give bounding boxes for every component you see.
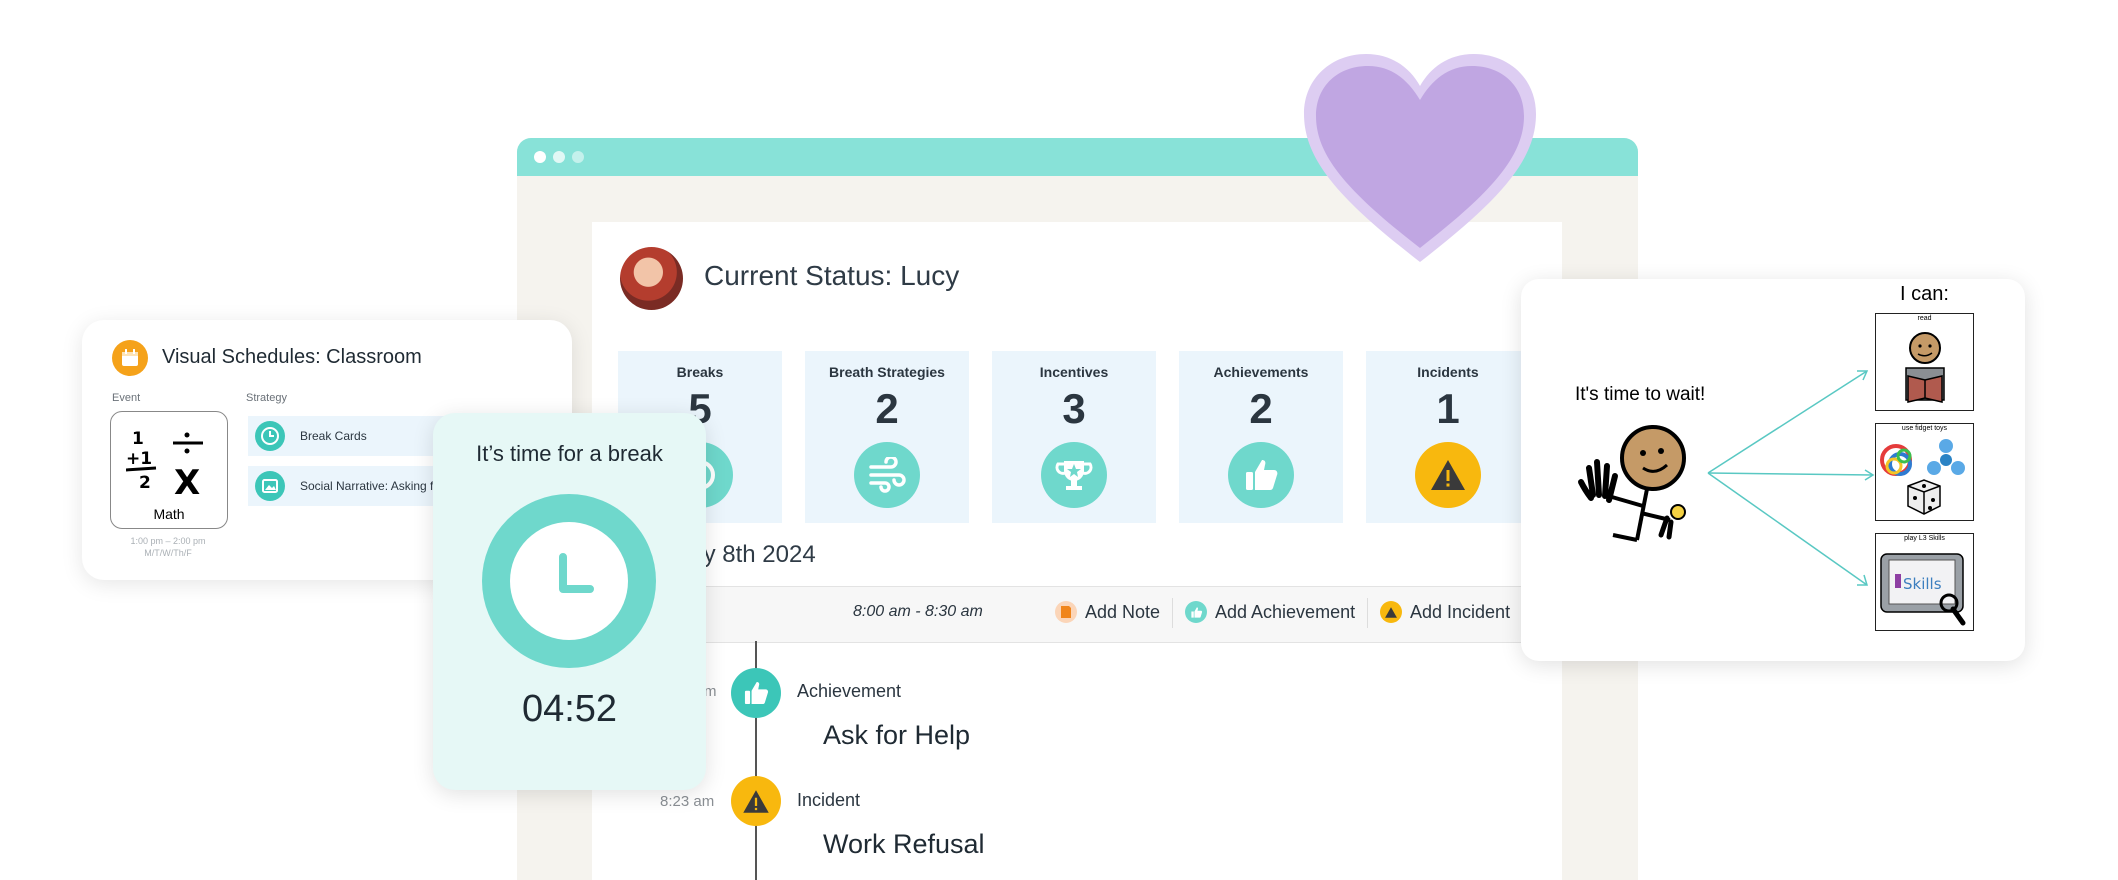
image-icon: [255, 471, 285, 501]
stat-value: 1: [1436, 385, 1460, 432]
add-incident-button[interactable]: Add Incident: [1380, 601, 1510, 623]
thumbs-up-icon: [731, 668, 781, 718]
thumbs-up-icon: [1228, 442, 1294, 508]
strategy-column-label: Strategy: [246, 392, 287, 404]
stat-value: 2: [1249, 385, 1273, 432]
warning-icon: [731, 776, 781, 826]
add-incident-label: Add Incident: [1410, 601, 1511, 622]
time-range: 8:00 am - 8:30 am: [853, 603, 983, 620]
add-note-label: Add Note: [1085, 601, 1161, 622]
page-title: Current Status: Lucy: [704, 260, 960, 291]
ican-title: I can:: [1900, 283, 1949, 305]
timeline-type: Achievement: [797, 681, 902, 701]
student-avatar: [620, 247, 683, 310]
choice-caption: read: [1917, 315, 1932, 322]
stat-label: Incidents: [1417, 364, 1479, 380]
timeline-title[interactable]: Ask for Help: [823, 720, 970, 751]
clock-face: [510, 522, 628, 640]
svg-text:2: 2: [139, 473, 151, 493]
event-column-label: Event: [112, 392, 141, 404]
stat-value: 2: [875, 385, 899, 432]
divider: [1172, 598, 1173, 628]
heart-icon: [1304, 54, 1536, 262]
math-event-card[interactable]: 1 +1 2 X Math: [110, 411, 228, 529]
stat-card-breath-strategies[interactable]: Breath Strategies 2: [805, 351, 969, 523]
choice-caption: use fidget toys: [1901, 425, 1948, 432]
visual-schedule-title: Visual Schedules: Classroom: [162, 346, 422, 368]
window-dot-close[interactable]: [534, 151, 546, 163]
wind-icon: [854, 442, 920, 508]
stat-label: Breaks: [676, 364, 724, 380]
warning-icon: [1380, 601, 1402, 623]
trophy-icon: [1041, 442, 1107, 508]
break-countdown: 04:52: [521, 688, 618, 730]
stat-value: 3: [1062, 385, 1086, 432]
event-days: M/T/W/Th/F: [144, 548, 192, 558]
choice-arrows: [1707, 370, 1875, 586]
note-icon: [1055, 601, 1077, 623]
add-note-button[interactable]: Add Note: [1055, 601, 1160, 623]
stat-label: Breath Strategies: [829, 364, 945, 380]
stat-card-incidents[interactable]: Incidents 1: [1366, 351, 1530, 523]
timeline-time: 8:23 am: [660, 793, 715, 810]
event-name: Math: [153, 506, 185, 522]
svg-text:+1: +1: [126, 449, 152, 469]
reading-person-icon: [1905, 332, 1945, 403]
svg-text:Skills: Skills: [1903, 575, 1942, 593]
stat-card-incentives[interactable]: Incentives 3: [992, 351, 1156, 523]
clock-icon: [255, 421, 285, 451]
add-achievement-label: Add Achievement: [1215, 601, 1356, 622]
stat-label: Achievements: [1213, 364, 1309, 380]
fidget-toys-icon: [1880, 439, 1965, 515]
strategy-label: Social Narrative: Asking for: [300, 479, 445, 493]
choice-card-l3-skills[interactable]: play L3 Skills Skills: [1875, 533, 1974, 631]
warning-icon: [1415, 442, 1481, 508]
choice-card-fidget-toys[interactable]: use fidget toys: [1875, 423, 1974, 521]
svg-text:1: 1: [132, 429, 144, 449]
tablet-app-icon: Skills: [1880, 553, 1966, 626]
stat-card-achievements[interactable]: Achievements 2: [1179, 351, 1343, 523]
window-dot-minimize[interactable]: [553, 151, 565, 163]
timeline-title[interactable]: Work Refusal: [823, 829, 985, 860]
stat-label: Incentives: [1039, 364, 1109, 380]
thumbs-up-icon: [1185, 601, 1207, 623]
choice-caption: play L3 Skills: [1904, 535, 1945, 542]
window-dot-maximize[interactable]: [572, 151, 584, 163]
calendar-icon: [112, 340, 148, 376]
strategy-label: Break Cards: [300, 429, 367, 443]
waiting-person-icon: [1578, 425, 1686, 542]
svg-text:X: X: [174, 463, 200, 500]
choice-card-read[interactable]: read: [1875, 313, 1974, 411]
event-time: 1:00 pm – 2:00 pm: [130, 536, 206, 546]
break-title: It’s time for a break: [476, 441, 663, 466]
wait-message: It's time to wait!: [1575, 384, 1706, 405]
add-achievement-button[interactable]: Add Achievement: [1185, 601, 1355, 623]
divider: [1367, 598, 1368, 628]
timeline-type: Incident: [797, 790, 861, 810]
math-symbols-icon: 1 +1 2 X: [126, 429, 203, 500]
